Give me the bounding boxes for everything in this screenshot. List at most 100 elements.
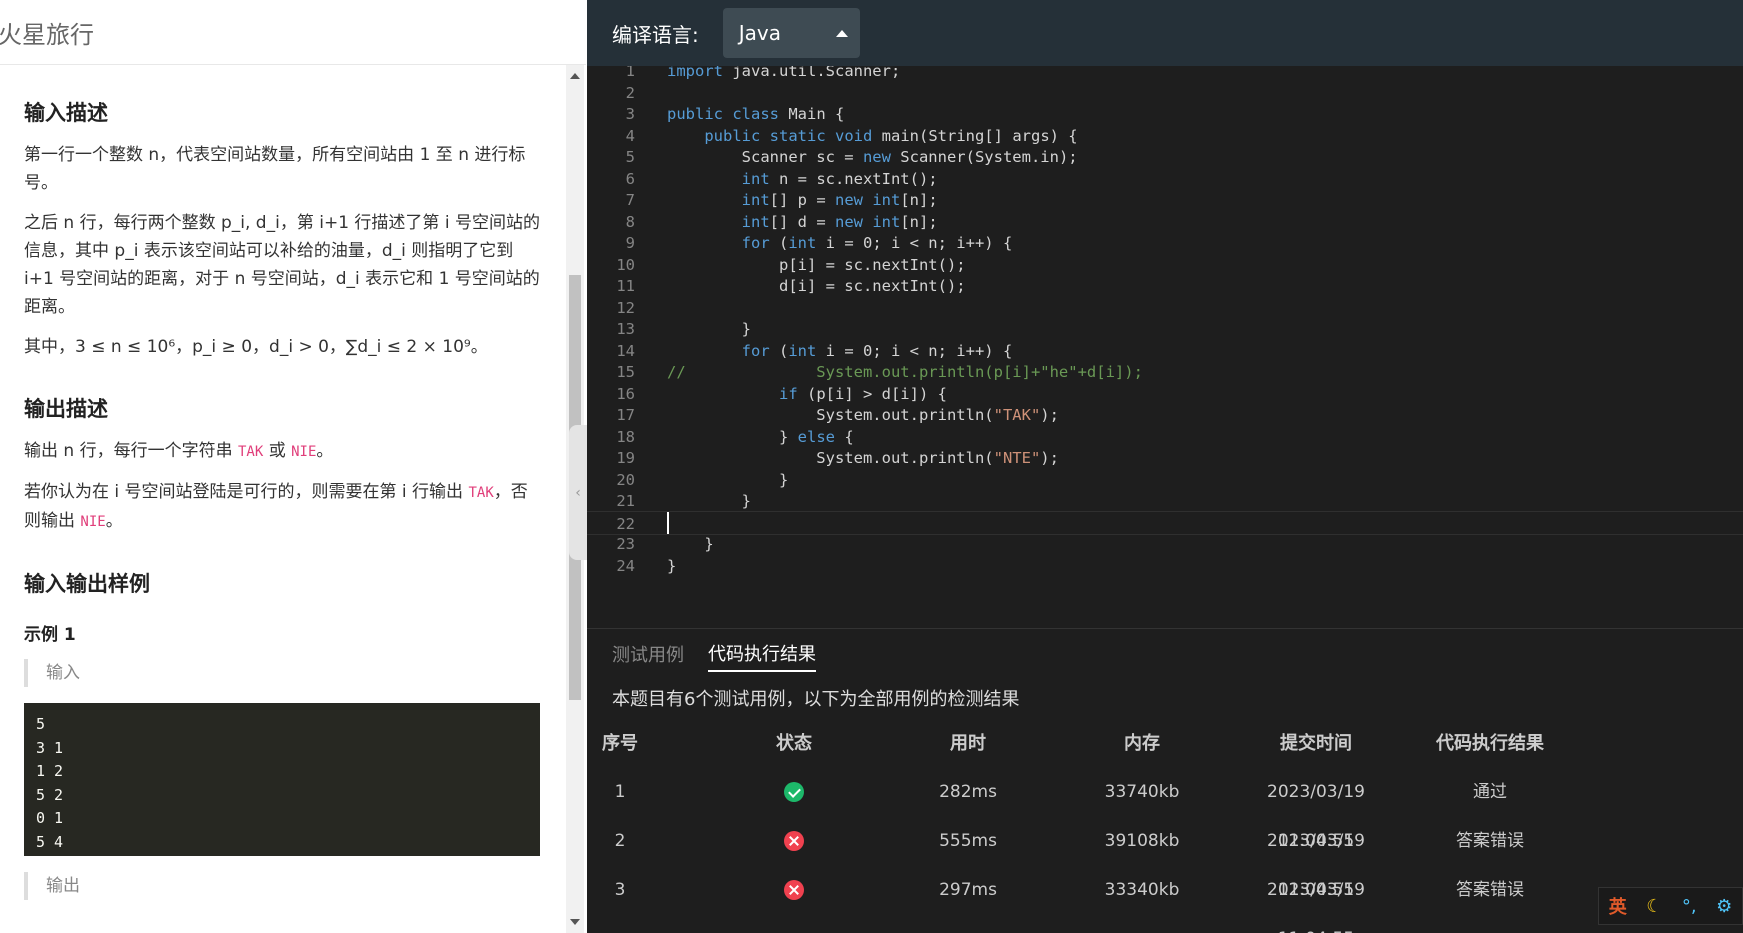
- tab-execution-results[interactable]: 代码执行结果: [708, 640, 816, 672]
- status-cell: [714, 817, 874, 866]
- sample-input-block[interactable]: 5 3 1 1 2 5 2 0 1 5 4: [24, 703, 540, 856]
- code-line[interactable]: 17 System.out.println("TAK");: [587, 403, 1743, 427]
- code-text[interactable]: int n = sc.nextInt();: [667, 167, 938, 191]
- code-line[interactable]: 10 p[i] = sc.nextInt();: [587, 253, 1743, 277]
- line-number: 9: [625, 234, 635, 252]
- code-line[interactable]: 12: [587, 296, 1743, 320]
- table-cell: 答案错误: [1456, 880, 1524, 900]
- problem-panel: 火星旅行 输入描述 第一行一个整数 n，代表空间站数量，所有空间站由 1 至 n…: [0, 0, 586, 933]
- table-cell: 2023/03/19 11:04:55: [1267, 880, 1365, 933]
- code-text[interactable]: int[] p = new int[n];: [667, 188, 938, 212]
- code-text[interactable]: }: [667, 468, 788, 492]
- code-text[interactable]: Scanner sc = new Scanner(System.in);: [667, 145, 1078, 169]
- line-number: 4: [625, 126, 635, 145]
- code-line[interactable]: 5 Scanner sc = new Scanner(System.in);: [587, 145, 1743, 169]
- code-line[interactable]: 24}: [587, 554, 1743, 578]
- code-line[interactable]: 3 public class Main {: [587, 102, 1743, 126]
- code-line[interactable]: 19 System.out.println("NTE");: [587, 446, 1743, 470]
- code-text[interactable]: d[i] = sc.nextInt();: [667, 274, 966, 298]
- code-line[interactable]: 23 }: [587, 532, 1743, 556]
- moon-icon[interactable]: ☾: [1646, 896, 1662, 917]
- gear-icon[interactable]: ⚙: [1716, 896, 1732, 917]
- line-number: 13: [616, 320, 635, 338]
- line-number: 6: [625, 169, 635, 188]
- code-text[interactable]: for (int i = 0; i < n; i++) {: [667, 231, 1013, 255]
- code-text[interactable]: }: [667, 532, 713, 556]
- table-row[interactable]: 3 297ms 33340kb 2023/03/19 11:04:55 答案错误: [587, 866, 1743, 933]
- code-line[interactable]: 7 int[] p = new int[n];: [587, 188, 1743, 212]
- punctuation-icon[interactable]: °,: [1682, 896, 1697, 917]
- code-line[interactable]: 11 d[i] = sc.nextInt();: [587, 274, 1743, 298]
- code-text[interactable]: }: [667, 317, 751, 341]
- language-select[interactable]: Java: [722, 8, 860, 58]
- code-line[interactable]: 20 }: [587, 468, 1743, 492]
- code-line[interactable]: 6 int n = sc.nextInt();: [587, 167, 1743, 191]
- editor-toolbar: 编译语言: Java: [587, 0, 1743, 66]
- code-line[interactable]: 2: [587, 81, 1743, 105]
- table-cell: 33740kb: [1104, 782, 1180, 802]
- code-text[interactable]: public static void main(String[] args) {: [667, 124, 1077, 148]
- language-value: Java: [738, 21, 781, 45]
- problem-header: 火星旅行: [0, 0, 586, 65]
- code-text[interactable]: p[i] = sc.nextInt();: [667, 253, 966, 277]
- output-desc-1: 输出 n 行，每行一个字符串 TAK 或 NIE。: [24, 437, 540, 466]
- line-number: 18: [616, 427, 635, 446]
- code-text[interactable]: }: [667, 554, 676, 578]
- code-line[interactable]: 4 public static void main(String[] args)…: [587, 124, 1743, 148]
- code-text[interactable]: // System.out.println(p[i]+"he"+d[i]);: [667, 360, 1143, 384]
- input-heading: 输入描述: [24, 101, 108, 125]
- ime-language-toggle[interactable]: 英: [1609, 893, 1627, 919]
- line-number: 12: [616, 298, 635, 317]
- table-cell: 答案错误: [1456, 831, 1524, 851]
- tak-code-2: TAK: [468, 485, 494, 501]
- code-line[interactable]: 22: [587, 510, 1743, 535]
- line-number: 11: [616, 277, 635, 295]
- code-text[interactable]: int[] d = new int[n];: [667, 210, 938, 234]
- code-line[interactable]: 14 for (int i = 0; i < n; i++) {: [587, 339, 1743, 363]
- output-heading: 输出描述: [24, 397, 108, 421]
- code-line[interactable]: 16 if (p[i] > d[i]) {: [587, 382, 1743, 406]
- input-label: 输入: [24, 659, 540, 687]
- code-text[interactable]: System.out.println("NTE");: [667, 446, 1059, 470]
- code-text[interactable]: if (p[i] > d[i]) {: [667, 382, 947, 406]
- chevron-left-icon: ‹: [575, 484, 581, 501]
- scroll-down-arrow-icon[interactable]: [570, 919, 580, 925]
- language-label: 编译语言:: [612, 22, 699, 47]
- ime-toolbar[interactable]: 英 ☾ °, ⚙: [1598, 887, 1743, 925]
- scroll-up-arrow-icon[interactable]: [570, 73, 580, 79]
- code-text[interactable]: }: [667, 489, 751, 513]
- output-desc-2-end: 。: [105, 511, 123, 531]
- table-row[interactable]: 2 555ms 39108kb 2023/03/19 11:04:55 答案错误: [587, 817, 1743, 900]
- problem-title: 火星旅行: [0, 20, 94, 49]
- code-line[interactable]: 8 int[] d = new int[n];: [587, 210, 1743, 234]
- table-cell: 2: [614, 831, 626, 851]
- line-number: 14: [616, 341, 635, 360]
- results-summary: 本题目有6个测试用例，以下为全部用例的检测结果: [612, 689, 1020, 710]
- code-line[interactable]: 21 }: [587, 489, 1743, 513]
- tab-test-cases[interactable]: 测试用例: [612, 641, 684, 671]
- table-header-cell: 序号: [602, 733, 638, 754]
- line-number: 8: [625, 212, 635, 231]
- check-circle-icon: [784, 782, 804, 802]
- table-cell: 39108kb: [1104, 831, 1180, 851]
- code-text[interactable]: public class Main {: [667, 102, 844, 126]
- table-row[interactable]: 1 282ms 33740kb 2023/03/19 11:04:55 通过: [587, 768, 1743, 851]
- code-editor[interactable]: 1 import java.util.Scanner; 2 3 public class…: [587, 66, 1743, 628]
- line-number: 5: [625, 148, 635, 166]
- code-text[interactable]: System.out.println("TAK");: [667, 403, 1059, 427]
- line-number: 20: [616, 470, 635, 489]
- status-cell: [714, 768, 874, 817]
- error-circle-icon: [784, 831, 804, 851]
- code-line[interactable]: 15 // System.out.println(p[i]+"he"+d[i]);: [587, 360, 1743, 384]
- status-cell: [714, 866, 874, 915]
- code-text[interactable]: } else {: [667, 425, 854, 449]
- panel-collapse-handle[interactable]: ‹: [569, 425, 587, 560]
- code-line[interactable]: 13 }: [587, 317, 1743, 341]
- line-number: 10: [616, 255, 635, 274]
- code-line[interactable]: 18 } else {: [587, 425, 1743, 449]
- table-header-cell: 用时: [950, 733, 986, 754]
- code-line[interactable]: 9 for (int i = 0; i < n; i++) {: [587, 231, 1743, 255]
- output-desc-1-end: 。: [316, 441, 334, 461]
- input-desc-2: 之后 n 行，每行两个整数 p_i, d_i，第 i+1 行描述了第 i 号空间…: [24, 213, 540, 317]
- code-text[interactable]: for (int i = 0; i < n; i++) {: [667, 339, 1013, 363]
